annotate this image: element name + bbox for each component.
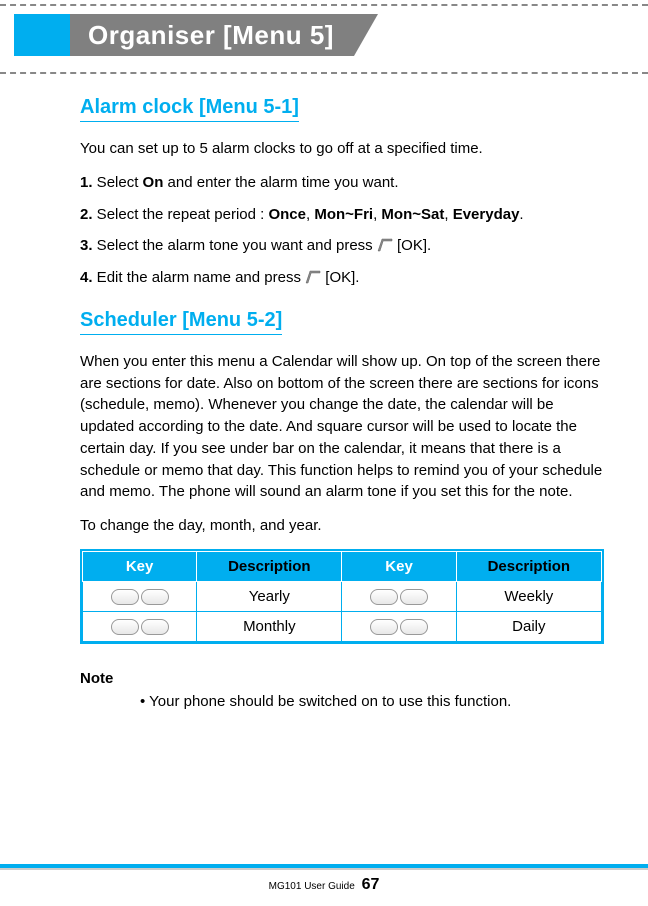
step-4-text-a: Edit the alarm name and press xyxy=(93,269,306,286)
key-cell-daily xyxy=(342,611,456,641)
table-header-row: Key Description Key Description xyxy=(83,551,602,581)
page-number: 67 xyxy=(362,876,380,893)
step-2-b4: Everyday xyxy=(453,206,520,223)
left-softkey-icon xyxy=(305,270,321,284)
step-4: 4. Edit the alarm name and press [OK]. xyxy=(80,267,604,289)
chapter-tab: Organiser [Menu 5] xyxy=(70,14,354,56)
desc-daily: Daily xyxy=(456,611,601,641)
step-4-number: 4. xyxy=(80,269,93,286)
footer-accent-bar xyxy=(0,864,648,870)
page-header: Organiser [Menu 5] xyxy=(0,0,648,58)
section-heading-alarm: Alarm clock [Menu 5-1] xyxy=(80,96,299,122)
th-key-1: Key xyxy=(83,551,197,581)
step-3-number: 3. xyxy=(80,237,93,254)
step-1-number: 1. xyxy=(80,174,93,191)
table-row: Yearly Weekly xyxy=(83,581,602,611)
scheduler-para1: When you enter this menu a Calendar will… xyxy=(80,351,604,503)
step-2-end: . xyxy=(519,206,523,223)
step-1-text-c: and enter the alarm time you want. xyxy=(163,174,398,191)
key-star-icon xyxy=(111,619,139,635)
header-accent-block xyxy=(14,14,70,56)
table-row: Monthly Daily xyxy=(83,611,602,641)
key-cell-monthly xyxy=(83,611,197,641)
key-table: Key Description Key Description Yearly W… xyxy=(80,549,604,644)
alarm-intro: You can set up to 5 alarm clocks to go o… xyxy=(80,138,604,160)
step-2-b2: Mon~Fri xyxy=(314,206,373,223)
step-2: 2. Select the repeat period : Once, Mon~… xyxy=(80,204,604,226)
step-2-text-a: Select the repeat period : xyxy=(93,206,269,223)
note-body: • Your phone should be switched on to us… xyxy=(80,693,604,710)
step-3: 3. Select the alarm tone you want and pr… xyxy=(80,235,604,257)
page-content: Alarm clock [Menu 5-1] You can set up to… xyxy=(0,74,648,710)
step-2-number: 2. xyxy=(80,206,93,223)
footer-guide: MG101 User Guide xyxy=(269,881,355,892)
th-desc-2: Description xyxy=(456,551,601,581)
section-heading-scheduler: Scheduler [Menu 5-2] xyxy=(80,309,282,335)
note-label: Note xyxy=(80,670,604,687)
desc-weekly: Weekly xyxy=(456,581,601,611)
key-cell-yearly xyxy=(83,581,197,611)
key-hash-icon xyxy=(141,619,169,635)
step-3-text-b: [OK]. xyxy=(397,237,431,254)
step-1-text-a: Select xyxy=(93,174,143,191)
nav-down-icon xyxy=(400,589,428,605)
step-2-b3: Mon~Sat xyxy=(381,206,444,223)
step-4-text-b: [OK]. xyxy=(325,269,359,286)
key-1-icon xyxy=(111,589,139,605)
left-softkey-icon xyxy=(377,238,393,252)
footer: MG101 User Guide 67 xyxy=(0,876,648,894)
desc-yearly: Yearly xyxy=(197,581,342,611)
nav-left-icon xyxy=(370,619,398,635)
nav-right-icon xyxy=(400,619,428,635)
step-2-b1: Once xyxy=(268,206,306,223)
step-1: 1. Select On and enter the alarm time yo… xyxy=(80,172,604,194)
key-cell-weekly xyxy=(342,581,456,611)
key-3-icon xyxy=(141,589,169,605)
step-3-text-a: Select the alarm tone you want and press xyxy=(93,237,377,254)
th-desc-1: Description xyxy=(197,551,342,581)
nav-up-icon xyxy=(370,589,398,605)
th-key-2: Key xyxy=(342,551,456,581)
step-2-sep3: , xyxy=(444,206,452,223)
step-1-bold: On xyxy=(143,174,164,191)
desc-monthly: Monthly xyxy=(197,611,342,641)
scheduler-para2: To change the day, month, and year. xyxy=(80,515,604,537)
